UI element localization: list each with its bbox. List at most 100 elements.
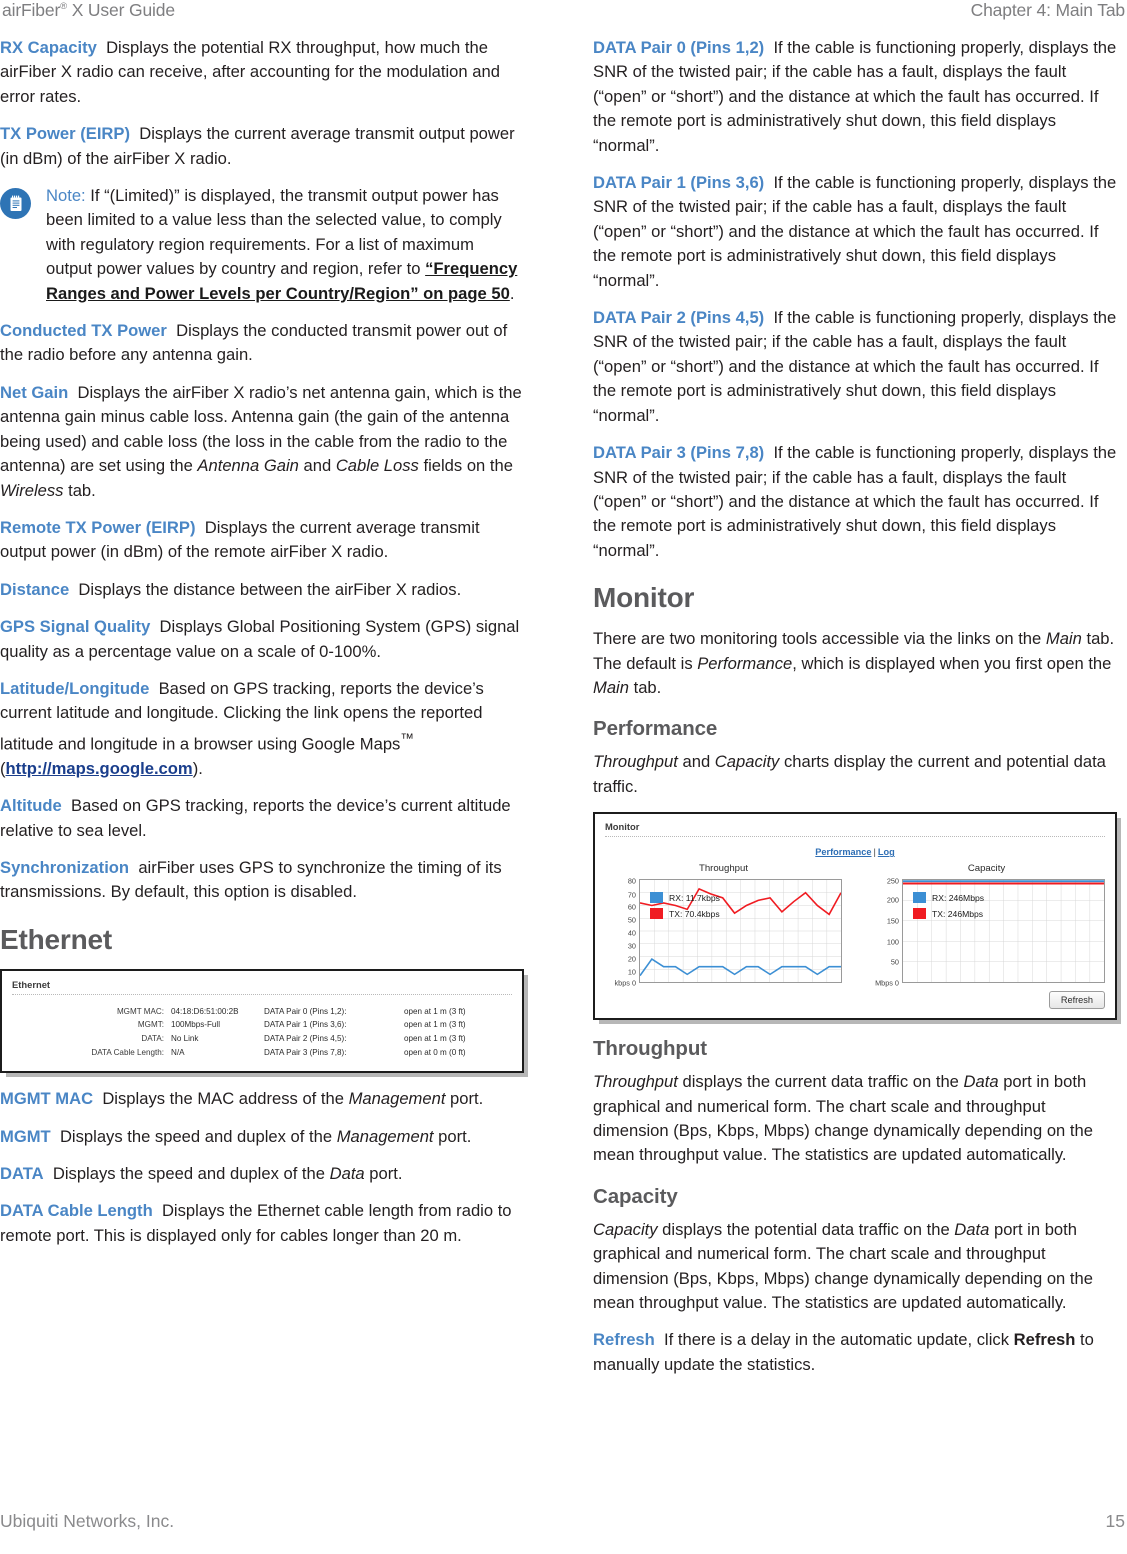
term-label: Altitude bbox=[0, 796, 62, 816]
legend-label-tx: TX: 70.4kbps bbox=[669, 908, 720, 919]
term-label: GPS Signal Quality bbox=[0, 617, 151, 637]
running-head: airFiber® X User Guide Chapter 4: Main T… bbox=[0, 0, 1127, 30]
performance-intro: Throughput and Capacity charts display t… bbox=[593, 750, 1117, 799]
refresh-button[interactable]: Refresh bbox=[1048, 991, 1105, 1010]
refresh-b1: Refresh bbox=[1013, 1330, 1076, 1350]
net-gain-p3: fields on the bbox=[418, 456, 513, 476]
entry-synchronization: Synchronization airFiber uses GPS to syn… bbox=[0, 856, 524, 905]
entry-gps-signal-quality: GPS Signal Quality Displays Global Posit… bbox=[0, 615, 524, 664]
entry-data-pair-2: DATA Pair 2 (Pins 4,5) If the cable is f… bbox=[593, 306, 1117, 428]
figure-ethernet-screenshot: Ethernet MGMT MAC: 04:18:D6:51:00:2B MGM… bbox=[0, 968, 528, 1078]
field-label-mgmt-mac: MGMT MAC: bbox=[116, 1006, 164, 1016]
heading-throughput: Throughput bbox=[593, 1037, 707, 1061]
ytick-80: 80 bbox=[627, 876, 636, 886]
entry-remote-tx-power-eirp: Remote TX Power (EIRP) Displays the curr… bbox=[0, 516, 524, 565]
legend-swatch-tx-icon bbox=[913, 908, 926, 920]
chart-title-capacity: Capacity bbox=[967, 863, 1006, 875]
chart-title-throughput: Throughput bbox=[698, 863, 749, 875]
ethernet-right-fields: DATA Pair 0 (Pins 1,2): open at 1 m (3 f… bbox=[264, 1005, 466, 1059]
google-maps-link[interactable]: http://maps.google.com bbox=[6, 759, 193, 778]
ytick-40: 40 bbox=[627, 928, 636, 938]
entry-latitude-longitude: Latitude/Longitude Based on GPS tracking… bbox=[0, 677, 524, 781]
term-description: Displays the distance between the airFib… bbox=[78, 579, 462, 599]
figure-frame: Ethernet MGMT MAC: 04:18:D6:51:00:2B MGM… bbox=[0, 968, 524, 1074]
monitor-panel-title: Monitor bbox=[605, 821, 1105, 838]
entry-data-pair-1: DATA Pair 1 (Pins 3,6) If the cable is f… bbox=[593, 171, 1117, 293]
mgmt-mac-i1: Management bbox=[348, 1089, 446, 1109]
ytick-10: 10 bbox=[627, 967, 636, 977]
entry-mgmt-mac: MGMT MAC Displays the MAC address of the… bbox=[0, 1087, 524, 1111]
footer-company: Ubiquiti Networks, Inc. bbox=[0, 1511, 175, 1531]
heading-capacity: Capacity bbox=[593, 1184, 678, 1208]
note-text: Note: If “(Limited)” is displayed, the t… bbox=[46, 184, 524, 306]
ethernet-left-fields: MGMT MAC: 04:18:D6:51:00:2B MGMT: 100Mbp… bbox=[12, 1005, 264, 1059]
ytick-20: 20 bbox=[627, 954, 636, 964]
figure-frame: Monitor Performance | Log Throughput 80 70 bbox=[593, 812, 1117, 1021]
monitor-intro-p4: tab. bbox=[628, 677, 662, 697]
field-label-data-pair-2: DATA Pair 2 (Pins 4,5): bbox=[264, 1033, 347, 1043]
field-value-data-pair-0: open at 1 m (3 ft) bbox=[404, 1006, 466, 1016]
capacity-i1: Capacity bbox=[593, 1219, 658, 1239]
legend-label-tx: TX: 246Mbps bbox=[932, 908, 984, 919]
entry-tx-power-eirp: TX Power (EIRP) Displays the current ave… bbox=[0, 122, 524, 171]
ytick-30: 30 bbox=[627, 941, 636, 951]
monitor-intro-i3: Main bbox=[593, 677, 629, 697]
entry-data-cable-length: DATA Cable Length Displays the Ethernet … bbox=[0, 1199, 524, 1248]
monitor-intro-i1: Main bbox=[1045, 629, 1082, 649]
field-value-data-cable-length: N/A bbox=[171, 1047, 185, 1057]
ytick-100: 100 bbox=[886, 937, 899, 947]
entry-refresh: Refresh If there is a delay in the autom… bbox=[593, 1328, 1117, 1377]
term-label: Remote TX Power (EIRP) bbox=[0, 517, 196, 537]
field-value-data-pair-2: open at 1 m (3 ft) bbox=[404, 1033, 466, 1043]
chapter-title: Chapter 4: Main Tab bbox=[970, 0, 1126, 20]
plot-capacity: RX: 246Mbps TX: 246Mbps bbox=[902, 879, 1105, 984]
mgmt-p2: port. bbox=[433, 1126, 472, 1146]
link-log[interactable]: Log bbox=[878, 847, 895, 857]
page-body: RX Capacity Displays the potential RX th… bbox=[0, 36, 1127, 1456]
guide-title-post: X User Guide bbox=[66, 0, 175, 20]
y-axis-capacity: 250 200 150 100 50 Mbps 0 bbox=[868, 876, 902, 988]
plot-throughput: RX: 11.7kbps TX: 70.4kbps bbox=[639, 879, 842, 984]
ytick-0-kbps: kbps 0 bbox=[614, 978, 637, 988]
term-label: MGMT bbox=[0, 1126, 51, 1146]
monitor-charts: Throughput 80 70 60 50 40 30 20 10 kbps … bbox=[605, 863, 1105, 988]
mgmt-mac-p1: Displays the MAC address of the bbox=[102, 1089, 349, 1109]
term-description: Based on GPS tracking, reports the devic… bbox=[0, 796, 511, 840]
monitor-intro: There are two monitoring tools accessibl… bbox=[593, 627, 1117, 700]
page-footer: Ubiquiti Networks, Inc. 15 bbox=[0, 1511, 1125, 1532]
note-text-after: . bbox=[509, 283, 515, 303]
entry-net-gain: Net Gain Displays the airFiber X radio’s… bbox=[0, 381, 524, 503]
net-gain-p4: tab. bbox=[63, 480, 96, 500]
term-label: DATA Pair 3 (Pins 7,8) bbox=[593, 443, 765, 463]
legend-label-rx: RX: 246Mbps bbox=[932, 892, 985, 903]
link-performance[interactable]: Performance bbox=[815, 847, 871, 857]
chart-row: 250 200 150 100 50 Mbps 0 RX: 246Mbps TX… bbox=[868, 876, 1105, 988]
field-label-data-pair-0: DATA Pair 0 (Pins 1,2): bbox=[264, 1006, 347, 1016]
legend-item-rx: RX: 246Mbps bbox=[913, 892, 985, 904]
entry-data-pair-0: DATA Pair 0 (Pins 1,2) If the cable is f… bbox=[593, 36, 1117, 158]
legend-swatch-tx-icon bbox=[650, 908, 663, 920]
term-label: MGMT MAC bbox=[0, 1089, 94, 1109]
note-block: Note: If “(Limited)” is displayed, the t… bbox=[0, 184, 524, 306]
chart-row: 80 70 60 50 40 30 20 10 kbps 0 RX: 11.7k… bbox=[605, 876, 842, 988]
field-label-data-cable-length: DATA Cable Length: bbox=[91, 1047, 164, 1057]
heading-performance: Performance bbox=[593, 717, 718, 741]
chart-throughput: Throughput 80 70 60 50 40 30 20 10 kbps … bbox=[605, 863, 842, 988]
y-axis-throughput: 80 70 60 50 40 30 20 10 kbps 0 bbox=[605, 876, 639, 988]
capacity-description: Capacity displays the potential data tra… bbox=[593, 1218, 1117, 1316]
note-document-icon bbox=[0, 188, 31, 220]
term-label: Net Gain bbox=[0, 382, 69, 402]
ytick-250: 250 bbox=[886, 876, 899, 886]
footer-page-number: 15 bbox=[1105, 1511, 1125, 1531]
left-column: RX Capacity Displays the potential RX th… bbox=[0, 36, 528, 1261]
monitor-panel: Monitor Performance | Log Throughput 80 70 bbox=[595, 814, 1115, 1018]
term-label: DATA Cable Length bbox=[0, 1201, 153, 1221]
legend-swatch-rx-icon bbox=[650, 892, 663, 904]
legend-capacity: RX: 246Mbps TX: 246Mbps bbox=[913, 892, 984, 924]
throughput-description: Throughput displays the current data tra… bbox=[593, 1070, 1117, 1168]
heading-monitor: Monitor bbox=[593, 582, 695, 614]
entry-data-pair-3: DATA Pair 3 (Pins 7,8) If the cable is f… bbox=[593, 441, 1117, 563]
term-label: Synchronization bbox=[0, 857, 130, 877]
performance-intro-i2: Capacity bbox=[714, 752, 780, 772]
ytick-0-mbps: Mbps 0 bbox=[875, 978, 899, 988]
